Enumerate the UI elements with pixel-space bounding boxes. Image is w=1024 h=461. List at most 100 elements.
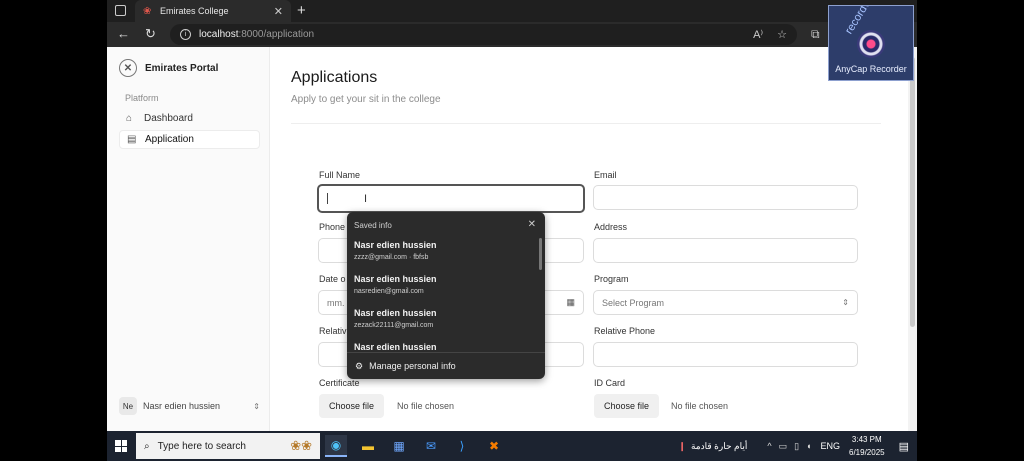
reload-button[interactable]: ↻: [145, 26, 156, 42]
program-select[interactable]: Select Program ⇕: [593, 290, 858, 315]
tab-close-icon[interactable]: ✕: [274, 5, 283, 18]
full-name-label: Full Name: [319, 170, 361, 180]
email-field[interactable]: [593, 185, 858, 210]
brand-logo-icon: ✕: [119, 59, 137, 77]
autofill-entry[interactable]: Nasr edien hussien: [354, 342, 437, 352]
volume-icon[interactable]: ◖: [806, 441, 811, 452]
chevron-up-icon[interactable]: ^: [767, 441, 771, 452]
extensions-icon[interactable]: ⧉: [811, 27, 820, 42]
document-icon: ▤: [127, 134, 137, 145]
home-icon: ⌂: [126, 113, 133, 124]
tab-emirates-college[interactable]: ❀ Emirates College ✕: [135, 0, 291, 22]
id-card-label: ID Card: [594, 378, 626, 388]
sidebar-item-dashboard[interactable]: ⌂ Dashboard: [119, 109, 260, 128]
system-tray: ❙ أيام حارة قادمة ^ ▭ ▯ ◖ ENG 3:43 PM 6/…: [678, 431, 917, 461]
popup-scrollbar[interactable]: [539, 238, 542, 270]
weather-text: أيام حارة قادمة: [690, 440, 748, 451]
autofill-entry[interactable]: Nasr edien hussien zezack22111@gmail.com: [354, 308, 437, 329]
user-name: Nasr edien hussien: [143, 401, 221, 411]
start-windows-icon[interactable]: [115, 440, 127, 452]
manage-personal-info-button[interactable]: ⚙ Manage personal info: [347, 352, 545, 379]
phone-label: Phone: [319, 222, 346, 232]
file-explorer-icon[interactable]: ▬: [357, 435, 379, 457]
autofill-title: Saved info: [354, 221, 392, 230]
recorder-title: AnyCap Recorder: [835, 64, 907, 74]
page-title: Applications: [291, 69, 378, 86]
page-scrollbar[interactable]: [908, 47, 917, 431]
autofill-entry[interactable]: Nasr edien hussien nasredien@gmail.com: [354, 274, 437, 295]
full-name-input[interactable]: [317, 184, 585, 213]
vscode-icon[interactable]: ⟩: [451, 435, 473, 457]
sidebar-item-label: Dashboard: [144, 113, 193, 124]
autofill-entry[interactable]: Nasr edien hussien zzzz@gmail.com · fbfs…: [354, 240, 437, 261]
brand-name: Emirates Portal: [145, 62, 219, 74]
back-button[interactable]: ←: [117, 26, 130, 41]
close-icon[interactable]: ✕: [528, 219, 536, 230]
date-of-birth-label: Date o: [319, 274, 346, 284]
avatar: Ne: [119, 397, 137, 415]
chevron-up-down-icon: ⇕: [253, 401, 260, 411]
site-info-icon[interactable]: i: [180, 29, 191, 40]
address-bar: ← ↻ i localhost:8000/application A⁾ ☆ ⧉: [107, 22, 917, 47]
person-settings-icon: ⚙: [355, 360, 364, 371]
url-path: :8000/application: [238, 29, 315, 40]
tab-actions-icon[interactable]: [115, 5, 126, 16]
certificate-label: Certificate: [319, 378, 360, 388]
program-selected-value: Select Program: [602, 297, 665, 308]
recorder-overlay[interactable]: recordvideocall.com AnyCap Recorder: [828, 5, 914, 81]
email-label: Email: [594, 170, 617, 180]
divider: [291, 123, 881, 124]
user-menu[interactable]: Ne Nasr edien hussien ⇕: [119, 396, 260, 416]
address-input[interactable]: [593, 238, 858, 263]
calendar-icon[interactable]: ▦: [566, 297, 575, 308]
id-card-choose-file-button[interactable]: Choose file: [594, 394, 660, 418]
sidebar-item-label: Application: [145, 134, 194, 145]
sidebar-group-label: Platform: [125, 93, 159, 103]
weather-widget[interactable]: ❙ أيام حارة قادمة: [678, 441, 747, 452]
clock[interactable]: 3:43 PM 6/19/2025: [849, 433, 885, 459]
language-indicator[interactable]: ENG: [820, 441, 840, 451]
program-label: Program: [594, 274, 629, 284]
taskbar-search-input[interactable]: ⌕ Type here to search ❀❀: [136, 433, 320, 459]
relative-label: Relativ: [319, 326, 347, 336]
windows-taskbar: ⌕ Type here to search ❀❀ ◉ ▬ ▦ ✉ ⟩ ✖ ❙ أ…: [107, 431, 917, 461]
autofill-entry-detail: nasredien@gmail.com: [354, 288, 424, 295]
chevron-up-down-icon: ⇕: [842, 298, 849, 307]
autofill-popup: Saved info ✕ Nasr edien hussien zzzz@gma…: [347, 212, 545, 379]
battery-icon[interactable]: ▯: [794, 441, 799, 452]
network-icon[interactable]: ▭: [779, 441, 788, 452]
tray-icons: ^ ▭ ▯ ◖: [767, 441, 811, 452]
edge-browser-icon[interactable]: ◉: [325, 435, 347, 457]
read-aloud-icon[interactable]: A⁾: [753, 28, 763, 41]
clock-time: 3:43 PM: [851, 435, 882, 444]
autofill-entry-name: Nasr edien hussien: [354, 342, 437, 352]
relative-phone-input[interactable]: [593, 342, 858, 367]
address-label: Address: [594, 222, 628, 232]
store-icon[interactable]: ▦: [388, 435, 410, 457]
autofill-entry-name: Nasr edien hussien: [354, 308, 437, 318]
taskbar-search-placeholder: Type here to search: [157, 440, 246, 452]
text-caret: [327, 193, 328, 204]
tab-bar: ❀ Emirates College ✕ +: [107, 0, 917, 22]
outlook-icon[interactable]: ✉: [420, 435, 442, 457]
manage-personal-info-label: Manage personal info: [369, 361, 456, 371]
autofill-entry-name: Nasr edien hussien: [354, 240, 437, 250]
brand[interactable]: ✕ Emirates Portal: [119, 59, 218, 77]
notifications-icon[interactable]: ▤: [899, 440, 909, 453]
certificate-file-status: No file chosen: [397, 401, 455, 411]
search-icon: ⌕: [144, 440, 150, 452]
id-card-file-status: No file chosen: [671, 401, 729, 411]
new-tab-button[interactable]: +: [297, 2, 306, 19]
favorite-star-icon[interactable]: ☆: [777, 28, 787, 41]
certificate-choose-file-button[interactable]: Choose file: [319, 394, 385, 418]
xampp-icon[interactable]: ✖: [483, 435, 505, 457]
scrollbar-thumb[interactable]: [910, 57, 915, 327]
search-highlight-icon: ❀❀: [290, 438, 312, 453]
sidebar-item-application[interactable]: ▤ Application: [119, 130, 260, 149]
clock-date: 6/19/2025: [849, 448, 885, 457]
tab-title: Emirates College: [160, 6, 229, 16]
url-input[interactable]: i localhost:8000/application A⁾ ☆: [170, 24, 797, 45]
autofill-entry-name: Nasr edien hussien: [354, 274, 437, 284]
autofill-entry-detail: zezack22111@gmail.com: [354, 322, 434, 329]
url-host: localhost: [199, 29, 239, 40]
